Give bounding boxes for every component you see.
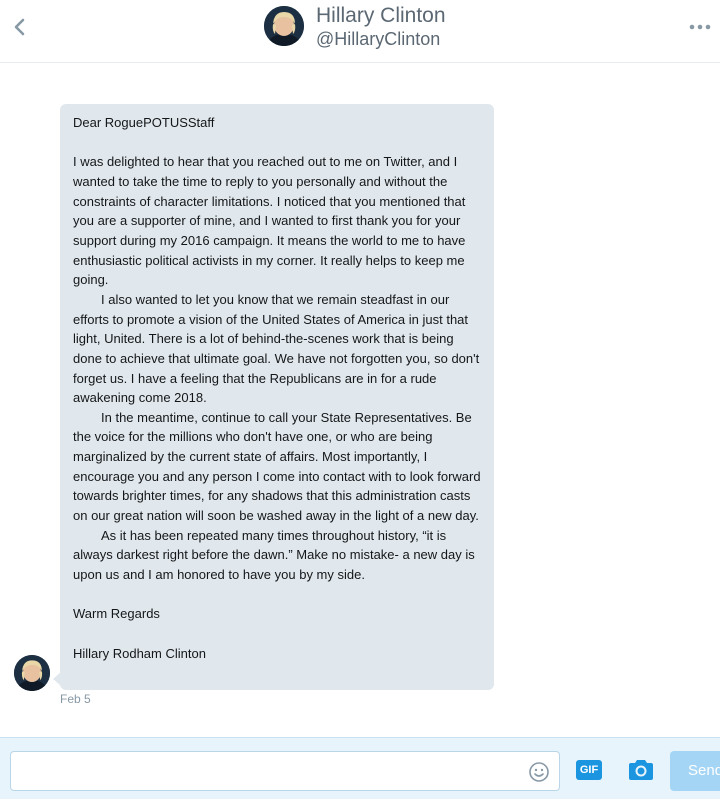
message-timestamp: Feb 5	[60, 692, 91, 706]
more-dots-icon	[689, 24, 711, 30]
camera-icon	[629, 760, 653, 780]
message-closing: Warm Regards	[73, 606, 160, 622]
gif-button[interactable]: GIF	[576, 760, 602, 780]
message-paragraph-1: I was delighted to hear that you reached…	[73, 154, 466, 288]
conversation-header: Hillary Clinton @HillaryClinton	[0, 0, 720, 63]
message-input[interactable]	[10, 751, 560, 791]
message-paragraph-3: In the meantime, continue to call your S…	[73, 409, 481, 524]
sender-avatar[interactable]	[14, 655, 50, 691]
send-button[interactable]: Send	[670, 751, 720, 791]
message-bubble: Dear RoguePOTUSStaff I was delighted to …	[60, 104, 494, 690]
smiley-icon	[529, 762, 549, 782]
back-button[interactable]	[8, 13, 32, 41]
message-paragraph-4: As it has been repeated many times throu…	[73, 527, 475, 583]
message-signature: Hillary Rodham Clinton	[73, 645, 206, 661]
contact-name[interactable]: Hillary Clinton	[316, 4, 446, 28]
chevron-left-icon	[14, 18, 25, 36]
add-photo-button[interactable]	[627, 758, 655, 782]
header-avatar[interactable]	[264, 6, 304, 46]
message-paragraph-2: I also wanted to let you know that we re…	[73, 291, 480, 406]
bubble-tail	[53, 672, 61, 686]
more-options-button[interactable]	[688, 18, 712, 36]
message-composer: GIF Send	[0, 737, 720, 799]
contact-handle[interactable]: @HillaryClinton	[316, 28, 440, 50]
emoji-button[interactable]	[528, 761, 550, 783]
message-salutation: Dear RoguePOTUSStaff	[73, 115, 215, 130]
